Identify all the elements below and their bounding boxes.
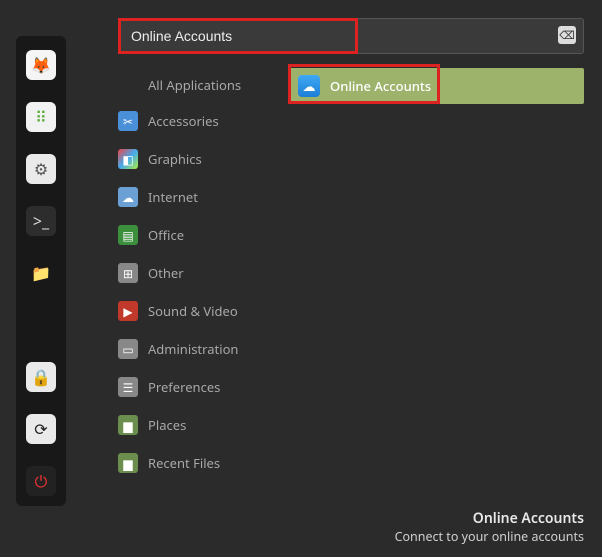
tooltip-description: Connect to your online accounts xyxy=(395,528,584,545)
start-menu: ⌫ All Applications ✂ Accessories ◧ Graphics ☁… xyxy=(118,18,584,482)
category-icon: ▆ xyxy=(118,415,138,435)
category-icon: ⊞ xyxy=(118,263,138,283)
category-item[interactable]: ▆ Places xyxy=(118,406,268,444)
category-item[interactable]: ▆ Recent Files xyxy=(118,444,268,482)
category-list: All Applications ✂ Accessories ◧ Graphics ☁ In… xyxy=(118,68,268,482)
category-item[interactable]: ◧ Graphics xyxy=(118,140,268,178)
menu-columns: All Applications ✂ Accessories ◧ Graphics ☁ In… xyxy=(118,68,584,482)
launcher-files-icon[interactable]: 📁 xyxy=(26,258,56,288)
search-wrap: ⌫ xyxy=(118,18,584,54)
category-item[interactable]: ✂ Accessories xyxy=(118,102,268,140)
category-item[interactable]: ☁ Internet xyxy=(118,178,268,216)
category-icon: ✂ xyxy=(118,111,138,131)
category-icon: ▶ xyxy=(118,301,138,321)
category-item[interactable]: ▶ Sound & Video xyxy=(118,292,268,330)
category-icon: ◧ xyxy=(118,149,138,169)
launcher-terminal-icon[interactable]: >_ xyxy=(26,206,56,236)
launcher-firefox-icon[interactable]: 🦊 xyxy=(26,50,56,80)
clear-search-icon[interactable]: ⌫ xyxy=(558,26,576,44)
result-label: Online Accounts xyxy=(330,77,431,95)
category-label: Sound & Video xyxy=(148,302,238,320)
launcher-settings-icon[interactable]: ⚙ xyxy=(26,154,56,184)
category-label: Preferences xyxy=(148,378,220,396)
category-item[interactable]: ⊞ Other xyxy=(118,254,268,292)
search-input[interactable] xyxy=(118,18,584,54)
cloud-icon: ☁ xyxy=(298,75,320,97)
category-label: Recent Files xyxy=(148,454,220,472)
category-icon: ☰ xyxy=(118,377,138,397)
category-icon: ☁ xyxy=(118,187,138,207)
app-tooltip: Online Accounts Connect to your online a… xyxy=(395,509,584,545)
category-label: Graphics xyxy=(148,150,202,168)
category-icon: ▭ xyxy=(118,339,138,359)
category-label: Places xyxy=(148,416,186,434)
results-list: ☁ Online Accounts xyxy=(288,68,584,482)
result-online-accounts[interactable]: ☁ Online Accounts xyxy=(288,68,584,104)
category-label: Office xyxy=(148,226,184,244)
category-icon: ▆ xyxy=(118,453,138,473)
category-label: Other xyxy=(148,264,184,282)
category-icon: ▤ xyxy=(118,225,138,245)
category-label: Administration xyxy=(148,340,238,358)
category-label: All Applications xyxy=(148,76,241,94)
launcher-apps-icon[interactable]: ⠿ xyxy=(26,102,56,132)
category-label: Accessories xyxy=(148,112,219,130)
launcher-panel: 🦊 ⠿ ⚙ >_ 📁 🔒 ⟳ ⏻ xyxy=(16,36,66,506)
launcher-refresh-icon[interactable]: ⟳ xyxy=(26,414,56,444)
category-item[interactable]: ☰ Preferences xyxy=(118,368,268,406)
tooltip-title: Online Accounts xyxy=(395,509,584,528)
category-item[interactable]: ▤ Office xyxy=(118,216,268,254)
launcher-power-icon[interactable]: ⏻ xyxy=(26,466,56,496)
category-label: Internet xyxy=(148,188,198,206)
category-item[interactable]: ▭ Administration xyxy=(118,330,268,368)
launcher-lock-icon[interactable]: 🔒 xyxy=(26,362,56,392)
category-item[interactable]: All Applications xyxy=(118,68,268,102)
